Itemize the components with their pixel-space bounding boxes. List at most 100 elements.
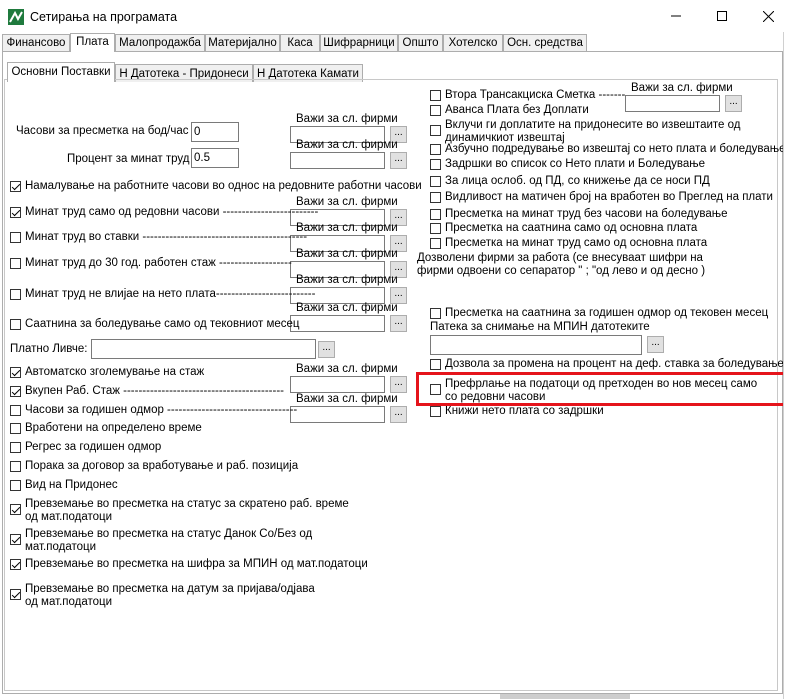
window-right-edge <box>783 32 791 699</box>
checkbox-row[interactable]: Втора Трансакциска Сметка ------- <box>430 89 625 102</box>
checkbox-row[interactable]: Минат труд до 30 год. работен стаж -----… <box>10 257 292 270</box>
checkbox-row[interactable]: Вклучи ги доплатите на придонесите во из… <box>430 119 760 145</box>
checkbox[interactable] <box>10 589 21 600</box>
firms-group-right: Важи за сл. фирми ... <box>625 82 745 112</box>
minimize-button[interactable] <box>653 0 699 32</box>
firms-group-label: Важи за сл. фирми <box>296 302 398 314</box>
checkbox[interactable] <box>430 223 441 234</box>
checkbox-row[interactable]: Порака за договор за вработување и раб. … <box>10 460 298 473</box>
checkbox[interactable] <box>10 559 21 570</box>
firms-input[interactable] <box>290 406 385 423</box>
checkbox-row[interactable]: Азбучно подредување во извештај со нето … <box>430 143 786 156</box>
checkbox[interactable] <box>10 258 21 269</box>
checkbox[interactable] <box>10 480 21 491</box>
browse-button[interactable]: ... <box>390 406 407 423</box>
checkbox[interactable] <box>10 534 21 545</box>
tab-maloprodazba[interactable]: Малопродажба <box>115 34 205 51</box>
checkbox-label: Вработени на определено време <box>25 422 202 434</box>
checkbox[interactable] <box>10 367 21 378</box>
checkbox[interactable] <box>430 144 441 155</box>
firms-group-9: Важи за сл. фирми ... <box>290 393 410 423</box>
mpin-path-input[interactable] <box>430 335 642 355</box>
browse-button[interactable]: ... <box>390 152 407 169</box>
checkbox-row[interactable]: Пресметка на минат труд без часови на бо… <box>430 208 727 221</box>
checkbox-row[interactable]: Автоматско зголемување на стаж <box>10 366 204 379</box>
checkbox-row[interactable]: Видливост на матичен број на вработен во… <box>430 191 773 204</box>
checkbox[interactable] <box>10 423 21 434</box>
browse-button[interactable]: ... <box>390 315 407 332</box>
browse-button[interactable]: ... <box>390 376 407 393</box>
checkbox[interactable] <box>10 207 21 218</box>
firms-input[interactable] <box>625 95 720 112</box>
payslip-browse-button[interactable]: ... <box>318 341 335 358</box>
checkbox[interactable] <box>430 308 441 319</box>
checkbox[interactable] <box>10 442 21 453</box>
checkbox-row[interactable]: Минат труд во ставки -------------------… <box>10 231 307 244</box>
firms-input[interactable] <box>290 152 385 169</box>
tab-finansovo[interactable]: Финансово <box>2 34 70 51</box>
checkbox-row[interactable]: Пресметка на саатнина за годишен одмор о… <box>430 307 768 320</box>
checkbox-row[interactable]: Регрес за годишен одмор <box>10 441 161 454</box>
checkbox-label: Превземање во пресметка на датум за приј… <box>25 583 315 608</box>
tab-osnovni-postavki[interactable]: Основни Поставки <box>7 62 115 82</box>
checkbox[interactable] <box>430 176 441 187</box>
tab-kasa[interactable]: Каса <box>280 34 320 51</box>
tab-plata[interactable]: Плата <box>70 33 115 52</box>
checkbox-row[interactable]: Минат труд не влијае на нето плата------… <box>10 288 315 301</box>
checkbox[interactable] <box>430 105 441 116</box>
checkbox[interactable] <box>10 461 21 472</box>
checkbox-row[interactable]: Намалување на работните часови во однос … <box>10 180 422 193</box>
tab-hotelsko[interactable]: Хотелско <box>443 34 503 51</box>
checkbox-label: Часови за годишен одмор ----------------… <box>25 404 298 416</box>
checkbox-row[interactable]: Вид на Придонес <box>10 479 118 492</box>
tab-osn-sredstva[interactable]: Осн. средства <box>503 34 587 51</box>
checkbox-row[interactable]: Минат труд само од редовни часови ------… <box>10 206 318 219</box>
firms-input[interactable] <box>290 315 385 332</box>
checkbox[interactable] <box>430 359 441 370</box>
checkbox[interactable] <box>10 319 21 330</box>
checkbox[interactable] <box>430 125 441 136</box>
checkbox-row[interactable]: Превземање во пресметка на датум за приј… <box>10 583 330 609</box>
checkbox-row[interactable]: Превземање во пресметка на статус Данок … <box>10 528 320 554</box>
horizontal-scrollbar[interactable] <box>500 694 630 699</box>
checkbox-row[interactable]: Дозвола за промена на процент на деф. ст… <box>430 358 784 371</box>
checkbox-row[interactable]: Вкупен Раб. Стаж -----------------------… <box>10 385 284 398</box>
checkbox-row[interactable]: Аванса Плата без Доплати <box>430 104 589 117</box>
checkbox-row[interactable]: Вработени на определено време <box>10 422 202 435</box>
checkbox[interactable] <box>430 159 441 170</box>
checkbox[interactable] <box>430 238 441 249</box>
checkbox-row[interactable]: Пресметка на минат труд само од основна … <box>430 237 707 250</box>
checkbox-label: Пресметка на минат труд без часови на бо… <box>445 208 728 220</box>
checkbox-label: Превземање во пресметка на статус за скр… <box>25 498 349 523</box>
maximize-button[interactable] <box>699 0 745 32</box>
browse-button[interactable]: ... <box>725 95 742 112</box>
checkbox-row[interactable]: Превземање во пресметка на шифра за МПИН… <box>10 558 368 571</box>
tab-sifrarnici[interactable]: Шифрарници <box>320 34 398 51</box>
checkbox[interactable] <box>430 406 441 417</box>
checkbox-row[interactable]: Книжи нето плата со задршки <box>430 405 604 418</box>
tab-opsto[interactable]: Општо <box>398 34 443 51</box>
checkbox-label: Саатнина за боледување само од тековниот… <box>25 318 300 330</box>
checkbox[interactable] <box>10 504 21 515</box>
checkbox[interactable] <box>430 209 441 220</box>
checkbox-row[interactable]: Часови за годишен одмор ----------------… <box>10 404 297 417</box>
checkbox-row[interactable]: Пресметка на саатнина само од основна пл… <box>430 222 697 235</box>
hours-input[interactable]: 0 <box>191 122 239 142</box>
percent-input[interactable]: 0.5 <box>191 148 239 168</box>
firms-input[interactable] <box>290 376 385 393</box>
checkbox[interactable] <box>430 90 441 101</box>
checkbox-row[interactable]: За лица ослоб. од ПД, со книжење да се н… <box>430 175 710 188</box>
tab-materijalno[interactable]: Материјално <box>205 34 280 51</box>
checkbox[interactable] <box>10 232 21 243</box>
checkbox-row[interactable]: Превземање во пресметка на статус за скр… <box>10 498 350 524</box>
checkbox[interactable] <box>430 192 441 203</box>
payslip-input[interactable] <box>91 339 316 359</box>
checkbox[interactable] <box>10 181 21 192</box>
mpin-path-browse-button[interactable]: ... <box>647 336 664 353</box>
close-button[interactable] <box>745 0 791 32</box>
checkbox-row[interactable]: Саатнина за боледување само од тековниот… <box>10 318 299 331</box>
checkbox-row[interactable]: Задршки во список со Нето плати и Боледу… <box>430 158 705 171</box>
checkbox[interactable] <box>10 405 21 416</box>
checkbox[interactable] <box>10 386 21 397</box>
checkbox[interactable] <box>10 289 21 300</box>
